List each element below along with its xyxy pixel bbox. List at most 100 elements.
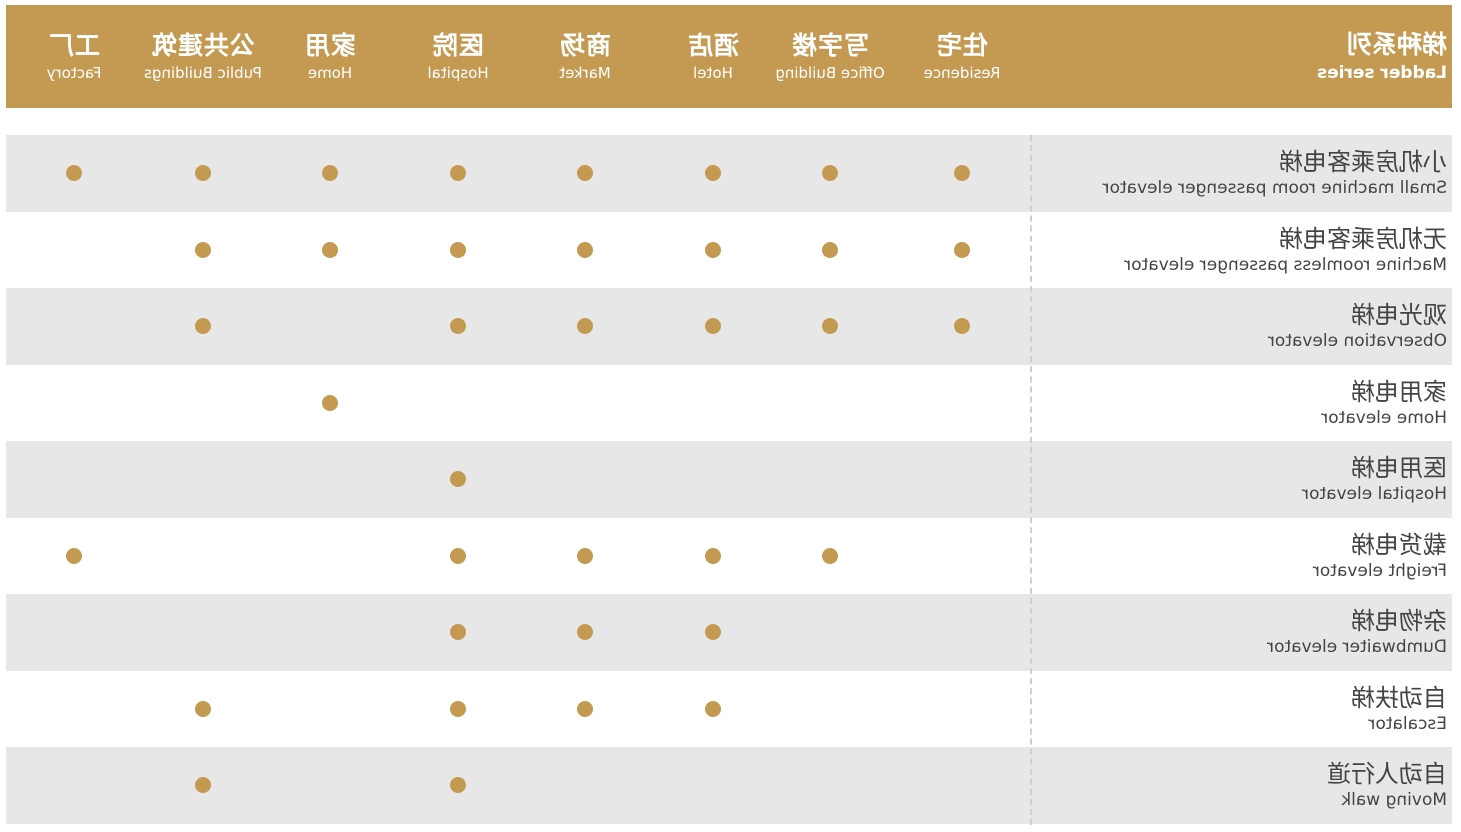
row-label: 医用电梯 Hospital elevator (1037, 441, 1447, 518)
availability-dot-icon (954, 165, 970, 181)
row-label-en: Moving walk (1341, 790, 1447, 811)
availability-dot-icon (450, 624, 466, 640)
column-header-0: 住宅 Residence (900, 5, 1025, 108)
availability-dot-icon (450, 165, 466, 181)
column-header-zh: 酒店 (687, 30, 740, 60)
table-row: 医用电梯 Hospital elevator (6, 441, 1452, 518)
row-label-en: Freight elevator (1312, 560, 1447, 581)
availability-dot-icon (450, 547, 466, 564)
column-header-en: Office Building (775, 63, 885, 82)
availability-dot-icon (195, 165, 211, 181)
column-header-5: 家用 Home (268, 5, 393, 108)
availability-dot-icon (577, 700, 593, 717)
availability-dot-icon (577, 165, 593, 181)
row-label-zh: 自动人行道 (1327, 760, 1447, 789)
column-header-zh: 住宅 (936, 30, 989, 60)
column-header-en: Public Buildings (144, 63, 262, 82)
mirrored-table: 梯种系列 Ladder series 住宅 Residence 写字楼 Office … (0, 0, 1461, 832)
table-body: 小机房乘客电梯 Small machine room passenger elev… (6, 135, 1452, 824)
table-row: 自动扶梯 Escalator (6, 671, 1452, 748)
availability-dot-icon (450, 471, 466, 487)
availability-dot-icon (954, 318, 970, 334)
availability-dot-icon (822, 318, 838, 334)
row-label: 自动人行道 Moving walk (1037, 747, 1447, 824)
availability-dot-icon (66, 547, 82, 564)
column-header-en: Hotel (693, 63, 733, 82)
row-label-en: Observation elevator (1267, 331, 1447, 352)
column-header-7: 工厂 Factory (12, 5, 137, 108)
series-header-zh: 梯种系列 (1346, 29, 1447, 59)
table-row: 杂物电梯 Dumbwaiter elevator (6, 594, 1452, 671)
row-label: 无机房乘客电梯 Machine roomless passenger elevat… (1037, 212, 1447, 289)
page: 梯种系列 Ladder series 住宅 Residence 写字楼 Office … (0, 0, 1461, 832)
availability-dot-icon (822, 241, 838, 258)
availability-dot-icon (954, 241, 970, 258)
row-label-zh: 观光电梯 (1351, 301, 1447, 330)
row-label-zh: 家用电梯 (1351, 377, 1447, 406)
availability-dot-icon (450, 700, 466, 717)
column-header-en: Residence (923, 63, 1001, 82)
column-header-zh: 家用 (304, 30, 357, 60)
availability-dot-icon (577, 318, 593, 334)
row-label: 家用电梯 Home elevator (1037, 365, 1447, 442)
table-row: 家用电梯 Home elevator (6, 365, 1452, 442)
column-header-zh: 写字楼 (791, 30, 870, 60)
table-row: 自动人行道 Moving walk (6, 747, 1452, 824)
availability-dot-icon (705, 700, 721, 717)
row-label-zh: 载货电梯 (1351, 530, 1447, 559)
availability-dot-icon (577, 547, 593, 564)
row-label: 载货电梯 Freight elevator (1037, 518, 1447, 595)
row-label-en: Small machine room passenger elevator (1102, 178, 1447, 199)
row-label-zh: 小机房乘客电梯 (1279, 148, 1447, 177)
availability-dot-icon (705, 547, 721, 564)
column-header-2: 酒店 Hotel (651, 5, 776, 108)
series-header: 梯种系列 Ladder series (1032, 5, 1452, 108)
table-row: 观光电梯 Observation elevator (6, 288, 1452, 365)
row-label-en: Dumbwaiter elevator (1267, 637, 1447, 658)
availability-dot-icon (705, 241, 721, 258)
availability-dot-icon (195, 318, 211, 334)
row-label-en: Machine roomless passenger elevator (1124, 254, 1447, 275)
column-header-6: 公共建筑 Public Buildings (141, 5, 266, 108)
column-header-1: 写字楼 Office Building (768, 5, 893, 108)
table-row: 无机房乘客电梯 Machine roomless passenger elevat… (6, 212, 1452, 289)
availability-dot-icon (195, 777, 211, 793)
column-header-zh: 商场 (559, 30, 612, 60)
availability-dot-icon (577, 241, 593, 258)
row-label-en: Hospital elevator (1302, 484, 1447, 505)
row-label-zh: 自动扶梯 (1351, 683, 1447, 712)
row-label-zh: 医用电梯 (1351, 454, 1447, 483)
table-header: 梯种系列 Ladder series 住宅 Residence 写字楼 Office … (6, 5, 1452, 108)
availability-dot-icon (322, 394, 338, 411)
availability-dot-icon (450, 777, 466, 793)
column-header-en: Market (559, 63, 611, 82)
row-label: 小机房乘客电梯 Small machine room passenger elev… (1037, 135, 1447, 212)
column-header-en: Factory (46, 63, 102, 82)
row-label: 观光电梯 Observation elevator (1037, 288, 1447, 365)
row-label-en: Home elevator (1321, 407, 1447, 428)
series-header-en: Ladder series (1317, 62, 1447, 83)
availability-dot-icon (577, 624, 593, 640)
row-label-zh: 无机房乘客电梯 (1279, 224, 1447, 253)
column-header-3: 商场 Market (523, 5, 648, 108)
row-label-en: Escalator (1368, 713, 1447, 734)
column-header-en: Home (307, 63, 353, 82)
availability-dot-icon (195, 700, 211, 717)
column-divider (1030, 135, 1032, 825)
availability-dot-icon (705, 165, 721, 181)
availability-dot-icon (450, 318, 466, 334)
row-label: 杂物电梯 Dumbwaiter elevator (1037, 594, 1447, 671)
availability-dot-icon (822, 165, 838, 181)
availability-dot-icon (450, 241, 466, 258)
table-row: 小机房乘客电梯 Small machine room passenger elev… (6, 135, 1452, 212)
column-header-zh: 医院 (432, 30, 485, 60)
availability-dot-icon (195, 241, 211, 258)
availability-dot-icon (322, 165, 338, 181)
column-header-zh: 公共建筑 (151, 30, 256, 60)
availability-dot-icon (705, 624, 721, 640)
row-label: 自动扶梯 Escalator (1037, 671, 1447, 748)
availability-dot-icon (822, 547, 838, 564)
availability-dot-icon (705, 318, 721, 334)
availability-dot-icon (322, 241, 338, 258)
column-header-zh: 工厂 (48, 30, 101, 60)
